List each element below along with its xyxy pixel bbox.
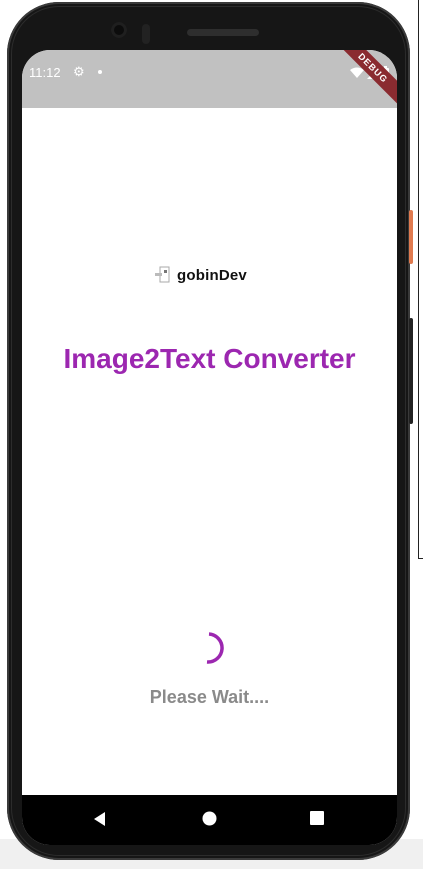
screen: 11:12 ⚙ DEBUG gobinDev Image2Text Conver… [22,50,397,845]
loading-text: Please Wait.... [149,687,270,707]
volume-button[interactable] [409,318,413,424]
settings-icon: ⚙ [73,64,85,79]
recents-icon[interactable] [310,811,324,825]
loading-spinner-icon [206,632,224,664]
logo-mark-icon [155,266,170,283]
logo: gobinDev [154,266,247,284]
front-camera-icon [111,22,127,38]
side-panel [418,0,423,559]
app-title: Image2Text Converter [63,343,356,374]
status-time: 11:12 [29,65,61,80]
power-button[interactable] [409,210,413,264]
status-bar: 11:12 ⚙ DEBUG [22,50,397,110]
logo-text: gobinDev [177,266,247,284]
notification-dot-icon [98,70,102,74]
navigation-bar [22,795,397,845]
back-icon[interactable] [92,811,106,827]
home-icon[interactable] [202,811,217,826]
earpiece-speaker [187,29,259,36]
sensor-icon [142,24,150,44]
debug-banner: DEBUG [331,50,397,110]
